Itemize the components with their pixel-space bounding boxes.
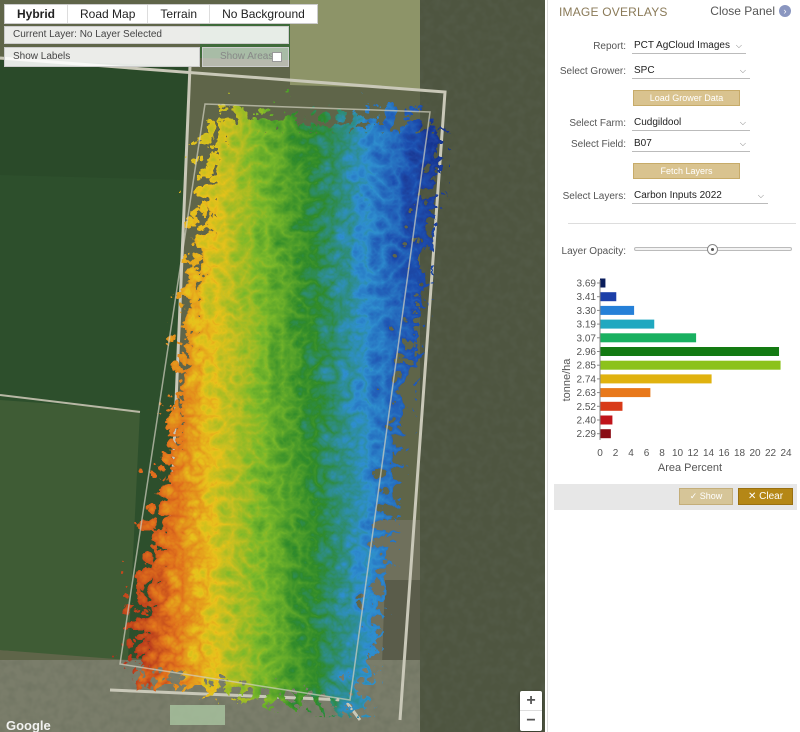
report-select[interactable]: PCT AgCloud Images ⌵ bbox=[632, 39, 746, 54]
zoom-out-button[interactable]: − bbox=[520, 711, 542, 731]
chart-x-tick-labels: 0 2 4 6 8 10 12 14 16 18 20 22 24 bbox=[597, 448, 792, 459]
close-icon: ✕ bbox=[747, 491, 760, 502]
grower-select[interactable]: SPC ⌵ bbox=[632, 64, 750, 79]
bar-2.74 bbox=[600, 374, 712, 384]
y-tick-label: 3.19 bbox=[577, 320, 597, 331]
show-areas-label: Show Areas bbox=[220, 51, 274, 62]
x-tick-label: 24 bbox=[780, 448, 792, 459]
action-bar: ✓ Show ✕ Clear bbox=[554, 484, 797, 510]
opacity-label: Layer Opacity: bbox=[561, 246, 626, 257]
y-tick-label: 3.07 bbox=[577, 333, 597, 344]
bar-2.63 bbox=[600, 388, 651, 398]
x-tick-label: 20 bbox=[749, 448, 761, 459]
bar-3.41 bbox=[600, 292, 617, 302]
fetch-layers-button[interactable]: Fetch Layers bbox=[633, 163, 740, 179]
x-tick-label: 6 bbox=[644, 448, 650, 459]
x-tick-label: 22 bbox=[765, 448, 777, 459]
show-areas-toggle[interactable]: Show Areas bbox=[202, 47, 289, 67]
y-tick-label: 2.29 bbox=[577, 429, 597, 440]
x-tick-label: 16 bbox=[718, 448, 730, 459]
x-tick-label: 14 bbox=[703, 448, 715, 459]
google-logo: Google bbox=[6, 718, 51, 732]
x-axis-label: Area Percent bbox=[658, 462, 722, 474]
bar-3.69 bbox=[600, 278, 606, 288]
satellite-map[interactable]: Hybrid Road Map Terrain No Background Cu… bbox=[0, 0, 545, 732]
x-tick-label: 4 bbox=[628, 448, 634, 459]
x-tick-label: 12 bbox=[687, 448, 699, 459]
zoom-control: + − bbox=[520, 691, 542, 731]
bar-2.40 bbox=[600, 415, 613, 425]
show-button[interactable]: ✓ Show bbox=[679, 488, 733, 505]
layers-select[interactable]: Carbon Inputs 2022 ⌵ bbox=[632, 189, 768, 204]
opacity-slider-handle[interactable] bbox=[707, 244, 718, 255]
report-select-value: PCT AgCloud Images bbox=[634, 40, 730, 51]
x-tick-label: 0 bbox=[597, 448, 603, 459]
bar-2.85 bbox=[600, 360, 781, 370]
y-tick-label: 2.85 bbox=[577, 361, 597, 372]
current-layer-indicator: Current Layer: No Layer Selected bbox=[4, 26, 289, 44]
chevron-down-icon: ⌵ bbox=[739, 139, 746, 148]
zoom-in-button[interactable]: + bbox=[520, 691, 542, 711]
bar-3.07 bbox=[600, 333, 697, 343]
tab-terrain[interactable]: Terrain bbox=[148, 5, 211, 23]
chevron-down-icon: ⌵ bbox=[735, 41, 742, 50]
y-tick-label: 3.41 bbox=[577, 292, 597, 303]
histogram-chart: 3.69 3.41 3.30 3.19 3.07 2.96 2.85 2.74 2.63 2.52… bbox=[561, 278, 792, 474]
grower-select-value: SPC bbox=[634, 65, 655, 76]
layers-select-value: Carbon Inputs 2022 bbox=[634, 190, 722, 201]
chart-y-tick-labels: 3.69 3.41 3.30 3.19 3.07 2.96 2.85 2.74 2.63 2.52… bbox=[577, 279, 600, 440]
bar-3.19 bbox=[600, 319, 655, 329]
farm-select-value: Cudgildool bbox=[634, 117, 682, 128]
tab-hybrid[interactable]: Hybrid bbox=[5, 5, 69, 23]
check-icon: ✓ bbox=[689, 491, 700, 501]
chevron-down-icon: ⌵ bbox=[757, 191, 764, 200]
bar-2.29 bbox=[600, 429, 611, 439]
y-tick-label: 2.74 bbox=[577, 374, 597, 385]
bar-3.30 bbox=[600, 305, 635, 315]
clear-button-label: Clear bbox=[759, 491, 784, 502]
field-select[interactable]: B07 ⌵ bbox=[632, 137, 750, 152]
x-tick-label: 2 bbox=[613, 448, 619, 459]
farm-label: Select Farm: bbox=[569, 118, 626, 129]
layers-label: Select Layers: bbox=[562, 191, 626, 202]
farm-select[interactable]: Cudgildool ⌵ bbox=[632, 116, 750, 131]
y-tick-label: 2.96 bbox=[577, 347, 597, 358]
y-tick-label: 2.52 bbox=[577, 402, 597, 413]
show-button-label: Show bbox=[699, 491, 723, 501]
show-labels-toggle[interactable]: Show Labels bbox=[4, 47, 200, 67]
chevron-down-icon: ⌵ bbox=[739, 66, 746, 75]
chevron-down-icon: ⌵ bbox=[739, 118, 746, 127]
y-axis-label: tonne/ha bbox=[561, 358, 573, 402]
chart-bars bbox=[600, 278, 781, 439]
x-tick-label: 10 bbox=[672, 448, 684, 459]
map-imagery bbox=[0, 0, 545, 732]
close-panel-button[interactable]: Close Panel › bbox=[710, 4, 791, 18]
y-tick-label: 2.40 bbox=[577, 416, 597, 427]
y-tick-label: 3.69 bbox=[577, 279, 597, 290]
x-tick-label: 8 bbox=[659, 448, 665, 459]
close-panel-label: Close Panel bbox=[710, 4, 775, 18]
clear-button[interactable]: ✕ Clear bbox=[738, 488, 793, 505]
map-type-tabs: Hybrid Road Map Terrain No Background bbox=[4, 4, 318, 24]
grower-label: Select Grower: bbox=[559, 66, 626, 77]
bar-2.52 bbox=[600, 401, 623, 411]
y-tick-label: 2.63 bbox=[577, 388, 597, 399]
chevron-right-circle-icon: › bbox=[779, 5, 791, 17]
tab-road-map[interactable]: Road Map bbox=[68, 5, 149, 23]
bar-2.96 bbox=[600, 347, 780, 356]
report-label: Report: bbox=[593, 41, 626, 52]
image-overlays-panel: IMAGE OVERLAYS Close Panel › Report: PCT… bbox=[547, 0, 800, 732]
panel-title: IMAGE OVERLAYS bbox=[559, 5, 668, 19]
panel-divider bbox=[568, 223, 796, 224]
load-grower-data-button[interactable]: Load Grower Data bbox=[633, 90, 740, 106]
x-tick-label: 18 bbox=[734, 448, 746, 459]
y-tick-label: 3.30 bbox=[577, 306, 597, 317]
show-areas-checkbox[interactable] bbox=[272, 52, 282, 62]
field-select-value: B07 bbox=[634, 138, 652, 149]
field-label: Select Field: bbox=[570, 139, 626, 150]
tab-no-background[interactable]: No Background bbox=[210, 5, 317, 23]
